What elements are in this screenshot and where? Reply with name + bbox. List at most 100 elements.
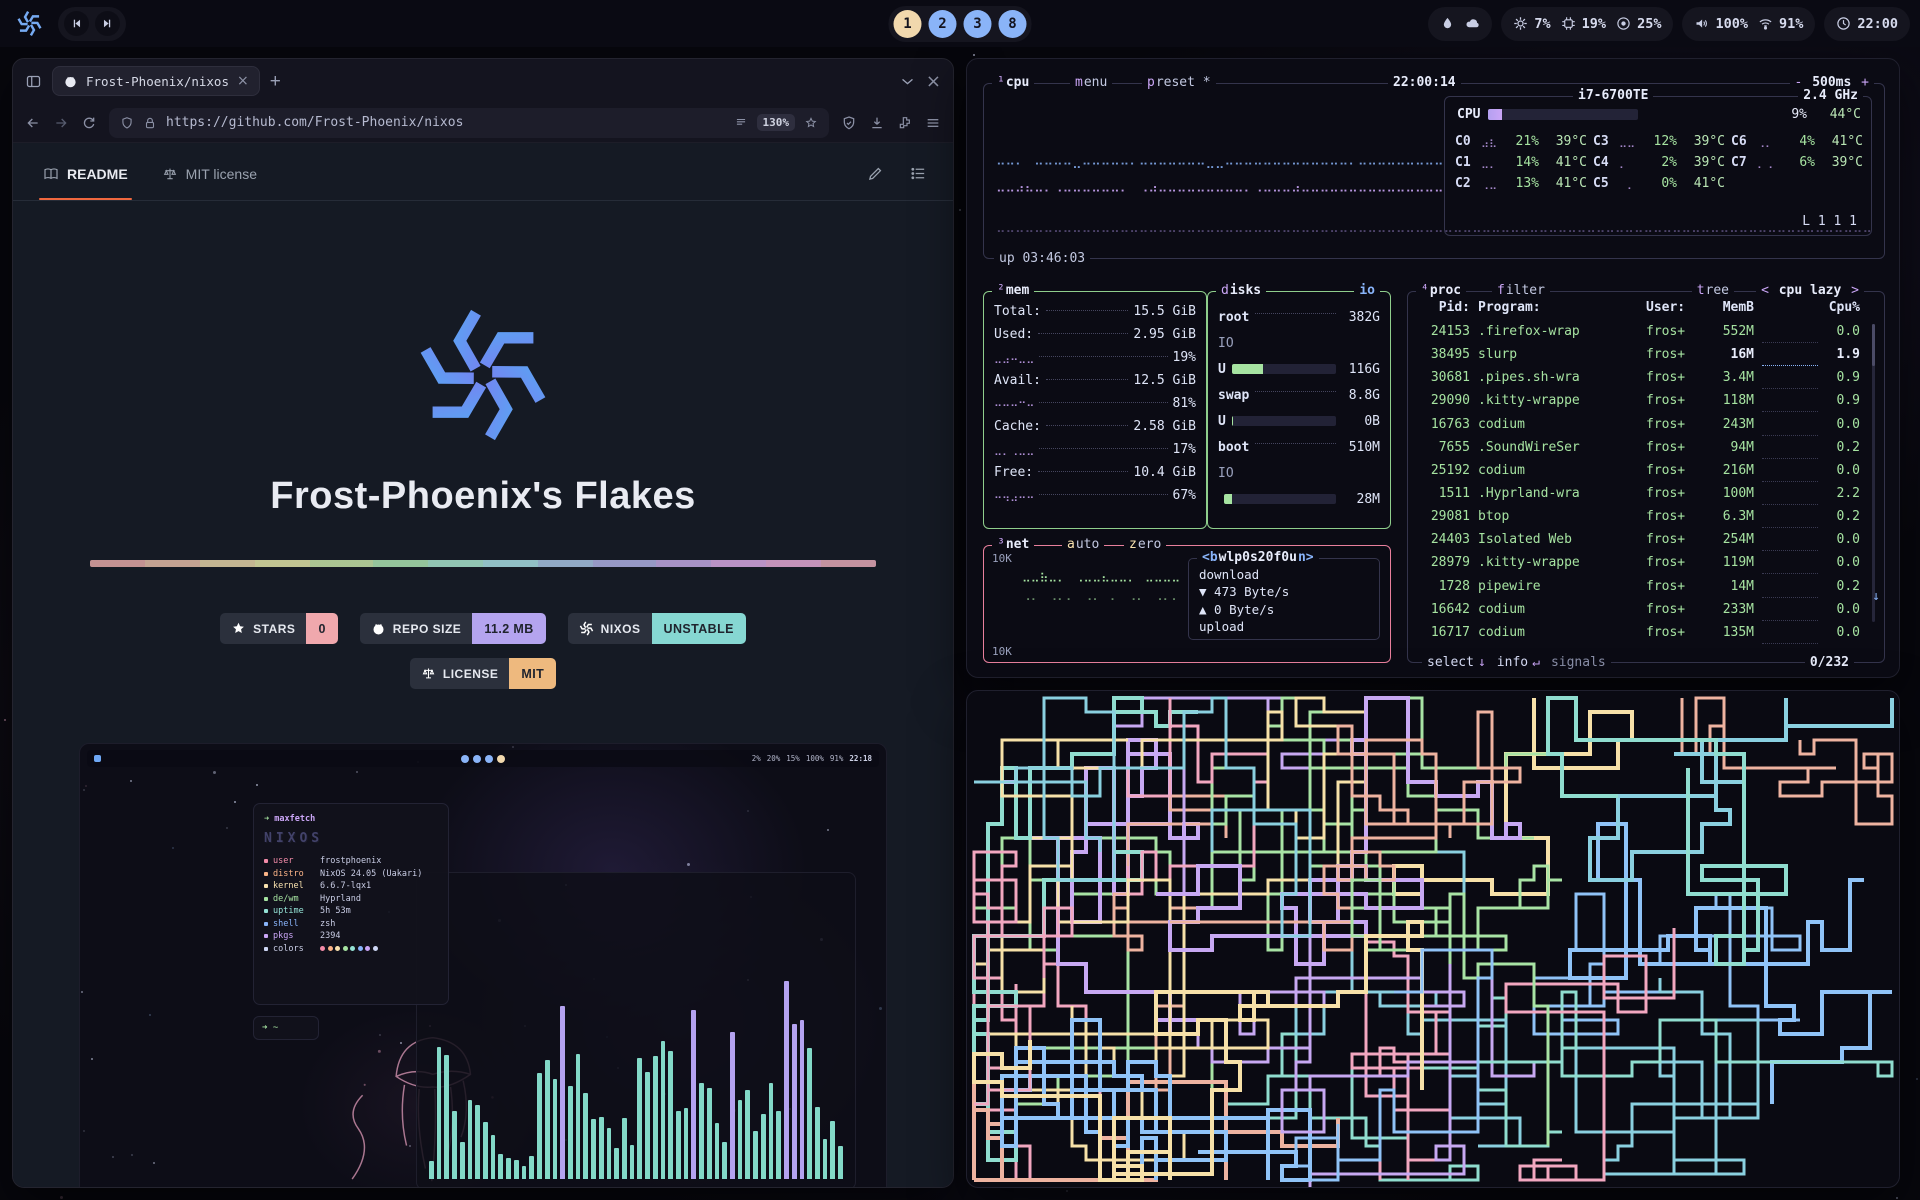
browser-tab[interactable]: Frost-Phoenix/nixos ×: [52, 66, 260, 96]
cpu-stat: 7%: [1513, 16, 1550, 32]
process-row[interactable]: 29090 .kitty-wrappe fros+ 118M 0.9: [1418, 393, 1860, 416]
shield-icon[interactable]: [120, 116, 134, 130]
tab-list-chevron-icon[interactable]: [899, 73, 916, 90]
cloud-icon: [1465, 16, 1480, 31]
url-text: https://github.com/Frost-Phoenix/nixos: [166, 115, 725, 130]
process-row[interactable]: 1728 pipewire fros+ 14M 0.2: [1418, 579, 1860, 602]
process-row[interactable]: 7655 .SoundWireSer fros+ 94M 0.2: [1418, 440, 1860, 463]
book-icon: [43, 166, 59, 182]
weather-widget[interactable]: [1428, 7, 1492, 41]
process-row[interactable]: 16763 codium fros+ 243M 0.0: [1418, 417, 1860, 440]
tab-readme-label: README: [67, 166, 128, 182]
mem-line: Cache: 2.58 GiB: [994, 419, 1196, 442]
net-scale-up: 10K: [992, 552, 1012, 565]
disk-line: IO: [1218, 460, 1380, 486]
badge[interactable]: LICENSE MIT: [410, 658, 556, 689]
tab-title: Frost-Phoenix/nixos: [86, 74, 229, 89]
download-button[interactable]: [869, 115, 885, 131]
process-row[interactable]: 29081 btop fros+ 6.3M 0.2: [1418, 509, 1860, 532]
cpu-box: ¹cpu menu preset * 22:00:14 - 500ms + ⠒⠒…: [983, 83, 1885, 259]
net-zero-button[interactable]: zero: [1124, 537, 1166, 553]
core-row: C6⢀⡀ 4%41°C: [1731, 131, 1863, 152]
outline-button[interactable]: [910, 165, 927, 200]
process-row[interactable]: 25192 codium fros+ 216M 0.0: [1418, 463, 1860, 486]
net-box: ³net auto zero 10K 10K ⣀⣀⣦⣀⡀⠀⢀⣀⣀⣄⣀⣀⡀⠀⣀⣀⣀…: [983, 545, 1391, 663]
process-row[interactable]: 24403 Isolated Web fros+ 254M 0.0: [1418, 532, 1860, 555]
disk-gauge: [1224, 494, 1336, 504]
readme-screenshot-image: 2%20%15%100%91% 22:18: [79, 743, 887, 1187]
refresh-button[interactable]: [81, 115, 97, 131]
core-row: C4⡀⠀ 2%39°C: [1593, 152, 1725, 173]
mem-line: Used: 2.95 GiB: [994, 327, 1196, 350]
badge[interactable]: NIXOS UNSTABLE: [568, 613, 746, 644]
nixos-logo-icon: [16, 10, 43, 37]
disks-box: disks io root 382G IO U: [1207, 291, 1391, 529]
tab-readme[interactable]: README: [39, 166, 132, 200]
process-row[interactable]: 1511 .Hyprland-wra fros+ 100M 2.2: [1418, 486, 1860, 509]
audio-visualizer-panel: [416, 872, 856, 1187]
media-next-button[interactable]: [95, 11, 120, 36]
privacy-shield-button[interactable]: [841, 115, 857, 131]
disks-io-toggle[interactable]: io: [1354, 283, 1380, 299]
process-row[interactable]: 24153 .firefox-wrap fros+ 552M 0.0: [1418, 324, 1860, 347]
reader-view-icon[interactable]: [734, 116, 748, 130]
bookmark-star-icon[interactable]: [804, 116, 818, 130]
edit-readme-button[interactable]: [867, 165, 884, 200]
btop-preset-button[interactable]: preset *: [1142, 75, 1216, 91]
url-bar[interactable]: https://github.com/Frost-Phoenix/nixos 1…: [109, 108, 829, 138]
readme-header: README MIT license: [13, 143, 953, 201]
core-grid: C0⣠⣆ 21%39°C C3⣀⣀ 12%39°C C6⢀⡀ 4%41°C C1…: [1455, 131, 1863, 194]
preview-logo-dot: [94, 755, 101, 762]
proc-tree-button[interactable]: tree: [1692, 283, 1734, 299]
process-row[interactable]: 28979 .kitty-wrappe fros+ 119M 0.0: [1418, 555, 1860, 578]
process-row[interactable]: 16717 codium fros+ 135M 0.0: [1418, 625, 1860, 648]
proc-filter-button[interactable]: filter: [1492, 283, 1550, 299]
new-tab-button[interactable]: +: [270, 72, 281, 91]
process-row[interactable]: 38495 slurp fros+ 16M 1.9: [1418, 347, 1860, 370]
workspace-button[interactable]: 2: [929, 10, 957, 38]
process-row[interactable]: 16642 codium fros+ 233M 0.0: [1418, 602, 1860, 625]
proc-box-title: ⁴proc: [1416, 283, 1466, 299]
proc-scrollbar[interactable]: [1872, 324, 1875, 622]
net-interface-panel: <b wlp0s20f0u n> download▼ 473 Byte/s▲ 0…: [1188, 558, 1380, 640]
menu-button[interactable]: [925, 115, 941, 131]
proc-count: 0/232: [1805, 655, 1854, 671]
tab-mit-license[interactable]: MIT license: [158, 166, 261, 200]
process-row[interactable]: 30681 .pipes.sh-wra fros+ 3.4M 0.9: [1418, 370, 1860, 393]
cpu-gear-icon: [1513, 16, 1528, 31]
media-prev-button[interactable]: [64, 11, 89, 36]
workspace-button[interactable]: 1: [894, 10, 922, 38]
select-button[interactable]: select: [1427, 655, 1474, 671]
page-title: Frost-Phoenix's Flakes: [13, 475, 953, 518]
shell-prompt: ➜ ~: [253, 1016, 319, 1040]
fetch-row: de/wm Hyprland: [264, 893, 438, 906]
window-close-button[interactable]: ×: [926, 71, 941, 92]
info-button[interactable]: info: [1497, 655, 1528, 671]
workspace-button[interactable]: 8: [999, 10, 1027, 38]
signals-button[interactable]: signals: [1551, 655, 1606, 671]
mem-line: ⣀⡀⢀⣀⣀ 17%: [994, 442, 1196, 465]
sidebar-toggle-icon[interactable]: [25, 73, 42, 90]
desktop: 1238 7% 19% 25%: [0, 0, 1920, 1200]
tab-mit-license-label: MIT license: [186, 166, 257, 182]
proc-footer: select↓ info↵ signals: [1422, 655, 1611, 671]
proc-sort-control[interactable]: < cpu lazy >: [1756, 283, 1864, 299]
btop-clock: 22:00:14: [1388, 75, 1461, 91]
back-button[interactable]: [25, 115, 41, 131]
lock-icon[interactable]: [143, 116, 157, 130]
extensions-button[interactable]: [897, 115, 913, 131]
badge[interactable]: STARS 0: [220, 613, 338, 644]
net-scale-down: 10K: [992, 645, 1012, 658]
zoom-badge[interactable]: 130%: [757, 114, 796, 131]
cpu-graph-line-2: ⣀⣀⣠⣄⣀⡀⢀⣀⣀⣀⣀⣀⣀⡀⠀⢀⣠⣀⣀⣀⣀⣀⣀⣀⣀⣀⡀⢀⣀⣀⣀⣠⣀⣀⣀⣀⣀⣀⣀⣀…: [996, 178, 1444, 193]
net-auto-button[interactable]: auto: [1062, 537, 1104, 553]
tab-close-icon[interactable]: ×: [237, 73, 249, 89]
nixos-menu-button[interactable]: [10, 5, 48, 43]
btop-menu-button[interactable]: menu: [1070, 75, 1112, 91]
badge-row-2: LICENSE MIT: [13, 658, 953, 689]
badge[interactable]: REPO SIZE 11.2 MB: [360, 613, 546, 644]
net-stat-row: ▼ 473 Byte/s: [1199, 584, 1369, 600]
pipes-window: [966, 690, 1900, 1188]
workspace-button[interactable]: 3: [964, 10, 992, 38]
forward-button[interactable]: [53, 115, 69, 131]
